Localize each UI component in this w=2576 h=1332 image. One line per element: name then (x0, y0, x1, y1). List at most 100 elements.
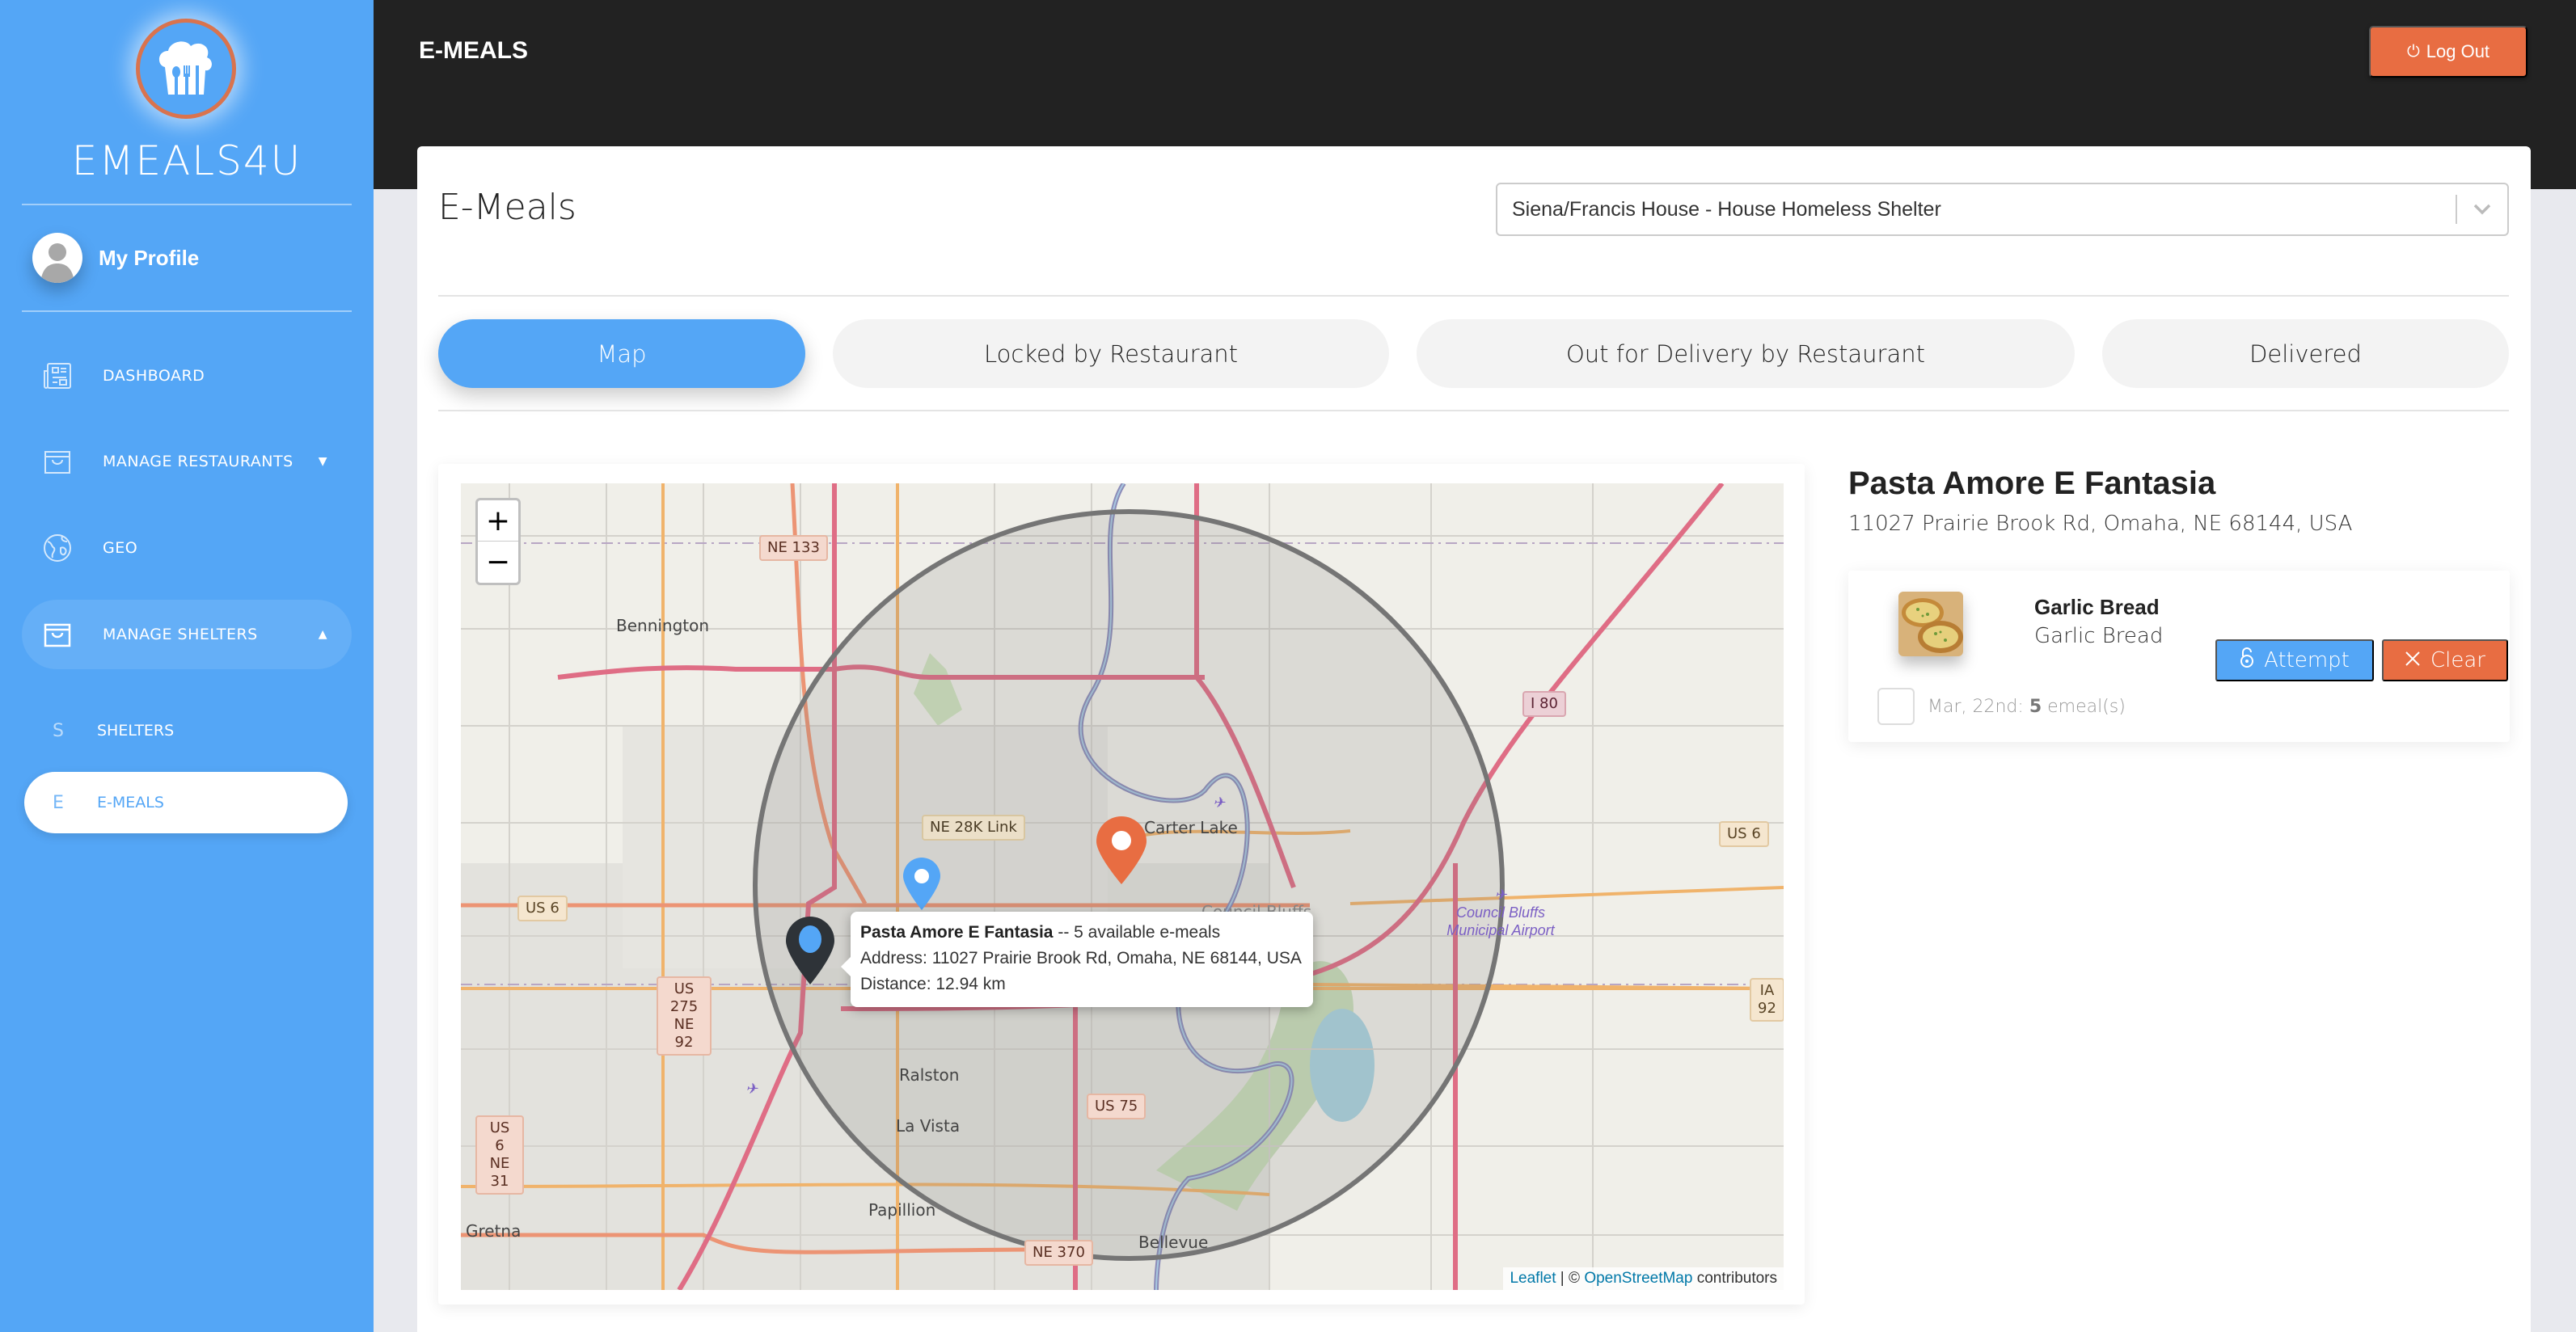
map-popup: Pasta Amore E Fantasia -- 5 available e-… (841, 912, 1313, 1007)
sidebar-divider (22, 310, 352, 312)
unlock-icon (2240, 647, 2254, 674)
road-shield: US 6 NE 31 (475, 1115, 524, 1195)
nav-label: MANAGE RESTAURANTS (103, 453, 293, 470)
profile-label: My Profile (99, 245, 200, 270)
place-label: Bennington (616, 616, 710, 635)
sidebar-divider (22, 204, 352, 205)
place-label: La Vista (896, 1116, 961, 1136)
tab-delivered[interactable]: Delivered (2102, 319, 2509, 388)
nav-manage-restaurants[interactable]: MANAGE RESTAURANTS ▼ (22, 427, 352, 496)
shopping-bag-icon (41, 445, 74, 478)
nav-label: GEO (103, 539, 138, 557)
my-profile-link[interactable]: My Profile (32, 233, 199, 283)
airport-icon: ✈ (1213, 795, 1226, 811)
subnav-e-meals[interactable]: E E-MEALS (24, 772, 348, 833)
attribution-suffix: contributors (1692, 1270, 1777, 1287)
map-card: Bennington Carter Lake Council Bluffs Ra… (438, 464, 1805, 1305)
road-shield: NE 28K Link (922, 815, 1025, 841)
main-card: E-Meals Siena/Francis House - House Home… (417, 146, 2531, 1332)
shopping-bag-icon (41, 618, 74, 651)
divider (438, 295, 2509, 297)
clear-button[interactable]: Clear (2382, 639, 2508, 681)
road-shield: US 6 (517, 896, 568, 921)
meal-description: Garlic Bread (2034, 624, 2164, 648)
tab-out-for-delivery[interactable]: Out for Delivery by Restaurant (1417, 319, 2075, 388)
restaurant-name: Pasta Amore E Fantasia (1848, 466, 2216, 501)
tab-locked-by-restaurant[interactable]: Locked by Restaurant (833, 319, 1389, 388)
road-shield: US 6 (1719, 821, 1769, 847)
nav-dashboard[interactable]: DASHBOARD (22, 341, 352, 411)
subnav-label: SHELTERS (97, 722, 175, 740)
chevron-down-icon[interactable] (2457, 198, 2507, 221)
subnav-shelters[interactable]: S SHELTERS (24, 700, 348, 761)
airport-label: ✈ Council Bluffs Municipal Airport (1444, 886, 1557, 939)
map-attribution: Leaflet | © OpenStreetMap contributors (1503, 1267, 1784, 1290)
attempt-label: Attempt (2264, 648, 2350, 672)
osm-link[interactable]: OpenStreetMap (1584, 1270, 1692, 1287)
selected-restaurant-marker-icon[interactable] (784, 915, 836, 986)
subnav-abbr: E (53, 792, 64, 813)
subnav-abbr: S (53, 720, 64, 741)
airport-name: Council Bluffs Municipal Airport (1446, 904, 1555, 938)
tab-map[interactable]: Map (438, 319, 805, 388)
brand-name: EMEALS4U (71, 137, 302, 184)
chef-hat-cutlery-icon (158, 41, 212, 95)
divider (438, 410, 2509, 411)
road-shield: NE 370 (1024, 1240, 1093, 1266)
place-label: Gretna (466, 1221, 522, 1241)
map[interactable]: Bennington Carter Lake Council Bluffs Ra… (461, 483, 1784, 1290)
popup-restaurant-name: Pasta Amore E Fantasia (860, 923, 1054, 942)
popup-distance: Distance: 12.94 km (860, 975, 1006, 993)
meal-unit: emeal(s) (2042, 697, 2126, 717)
popup-address: Address: 11027 Prairie Brook Rd, Omaha, … (860, 949, 1302, 967)
attempt-button[interactable]: Attempt (2215, 639, 2374, 681)
road-shield: US 75 (1087, 1094, 1147, 1119)
road-shield: US 275 NE 92 (657, 976, 712, 1056)
nav-label: MANAGE SHELTERS (103, 626, 258, 643)
close-icon (2405, 648, 2421, 672)
leaflet-link[interactable]: Leaflet (1510, 1270, 1556, 1287)
airport-icon: ✈ (745, 1081, 758, 1097)
meal-availability: Mar, 22nd: 5 emeal(s) (1928, 697, 2126, 717)
zoom-control: + − (475, 498, 521, 585)
avatar (32, 233, 82, 283)
place-label: Bellevue (1138, 1233, 1209, 1252)
newspaper-icon (41, 360, 74, 392)
zoom-in-button[interactable]: + (478, 500, 518, 542)
clear-label: Clear (2430, 648, 2485, 672)
meal-image (1898, 592, 1963, 656)
meal-date: Mar, 22nd: (1928, 697, 2029, 717)
road-shield: I 80 (1522, 691, 1566, 717)
airport-icon: ✈ (1494, 887, 1507, 903)
shelter-marker-icon[interactable] (1095, 816, 1148, 886)
shelter-select-value: Siena/Francis House - House Homeless She… (1512, 197, 1941, 221)
subnav-label: E-MEALS (97, 794, 164, 811)
nav-geo[interactable]: GEO (22, 513, 352, 583)
caret-down-icon: ▼ (318, 455, 327, 468)
nav-label: DASHBOARD (103, 367, 205, 385)
meal-title: Garlic Bread (2034, 595, 2160, 619)
popup-title-line: Pasta Amore E Fantasia -- 5 available e-… (860, 920, 1303, 946)
app-logo[interactable] (136, 19, 236, 119)
nav-manage-shelters[interactable]: MANAGE SHELTERS ▲ (22, 600, 352, 669)
logout-button[interactable]: ⏻ Log Out (2369, 26, 2527, 78)
garlic-bread-image (1898, 592, 1963, 656)
place-label: Ralston (899, 1065, 960, 1085)
power-icon: ⏻ (2406, 42, 2420, 61)
globe-icon (41, 532, 74, 564)
place-label: Papillion (868, 1200, 936, 1220)
page-title: E-Meals (438, 187, 576, 228)
road-shield: NE 133 (759, 535, 828, 561)
restaurant-marker-icon[interactable] (902, 857, 942, 912)
meal-count: 5 (2029, 697, 2042, 717)
attribution-separator: | © (1556, 1270, 1585, 1287)
road-shield: IA 92 (1750, 978, 1784, 1022)
shelter-select[interactable]: Siena/Francis House - House Homeless She… (1496, 183, 2509, 236)
restaurant-address: 11027 Prairie Brook Rd, Omaha, NE 68144,… (1848, 512, 2353, 536)
meal-checkbox[interactable] (1877, 688, 1915, 725)
sidebar: EMEALS4U My Profile DASHBOARD MANAGE RES… (0, 0, 374, 1332)
user-silhouette-icon (40, 243, 74, 283)
zoom-out-button[interactable]: − (478, 542, 518, 583)
map-tiles (461, 483, 1784, 1290)
place-label: Carter Lake (1144, 818, 1238, 837)
